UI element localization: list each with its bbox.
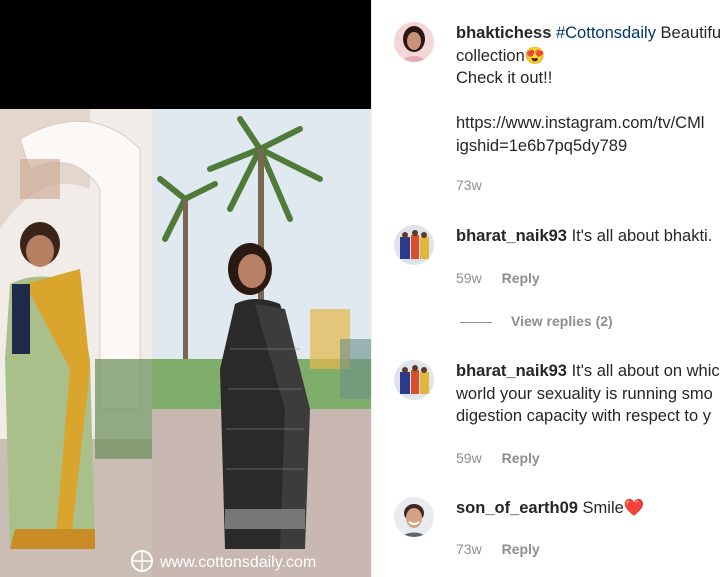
avatar[interactable]	[394, 225, 434, 265]
comments-panel: bhaktichess #Cottonsdaily Beautifu colle…	[371, 0, 725, 577]
reply-button[interactable]: Reply	[502, 541, 540, 557]
comment-text: collection	[456, 46, 525, 65]
comment-text: It's all about on whic	[566, 362, 720, 380]
comment-meta: 59w Reply	[456, 450, 540, 466]
timestamp[interactable]: 73w	[456, 177, 482, 193]
hashtag-link[interactable]: #Cottonsdaily	[556, 24, 656, 42]
comment-link[interactable]: igshid=1e6b7pq5dy789	[456, 137, 627, 155]
username[interactable]: son_of_earth09	[456, 499, 578, 517]
comment-text: world your sexuality is running smo	[456, 384, 713, 403]
avatar[interactable]	[394, 22, 434, 62]
comment-text: Check it out!!	[456, 69, 553, 87]
timestamp[interactable]: 59w	[456, 450, 482, 466]
heart-emoji: ❤️	[623, 499, 645, 517]
watermark-text: www.cottonsdaily.com	[159, 554, 316, 571]
timestamp[interactable]: 59w	[456, 270, 482, 286]
view-replies-button[interactable]: View replies (2)	[511, 313, 613, 329]
comment-text: It's all about bhakti.	[566, 227, 713, 245]
reply-button[interactable]: Reply	[502, 450, 540, 466]
avatar[interactable]	[394, 497, 434, 537]
post-media: www.cottonsdaily.com	[0, 0, 371, 577]
username[interactable]: bharat_naik93	[456, 227, 567, 245]
comment-body: bharat_naik93 It's all about bhakti.	[456, 225, 725, 248]
username[interactable]: bharat_naik93	[456, 362, 567, 380]
view-replies-line	[460, 322, 492, 323]
comment-text: Beautifu	[655, 24, 722, 42]
reply-button[interactable]: Reply	[502, 270, 540, 286]
comment-text: Smile	[577, 499, 624, 517]
comment-body: bhaktichess #Cottonsdaily Beautifu colle…	[456, 22, 725, 157]
timestamp[interactable]: 73w	[456, 541, 482, 557]
post-image[interactable]: www.cottonsdaily.com	[0, 109, 371, 577]
comment-body: bharat_naik93 It's all about on whic wor…	[456, 360, 725, 428]
comment-meta: 73w Reply	[456, 541, 540, 557]
avatar[interactable]	[394, 360, 434, 400]
comment-meta: 73w	[456, 177, 482, 193]
emoji: 😍	[524, 46, 546, 65]
comment-link[interactable]: https://www.instagram.com/tv/CMl	[456, 114, 704, 132]
comment-text: digestion capacity with respect to y	[456, 407, 711, 425]
comment-meta: 59w Reply	[456, 270, 540, 286]
username[interactable]: bhaktichess	[456, 24, 551, 42]
comment-body: son_of_earth09 Smile❤️	[456, 497, 725, 520]
